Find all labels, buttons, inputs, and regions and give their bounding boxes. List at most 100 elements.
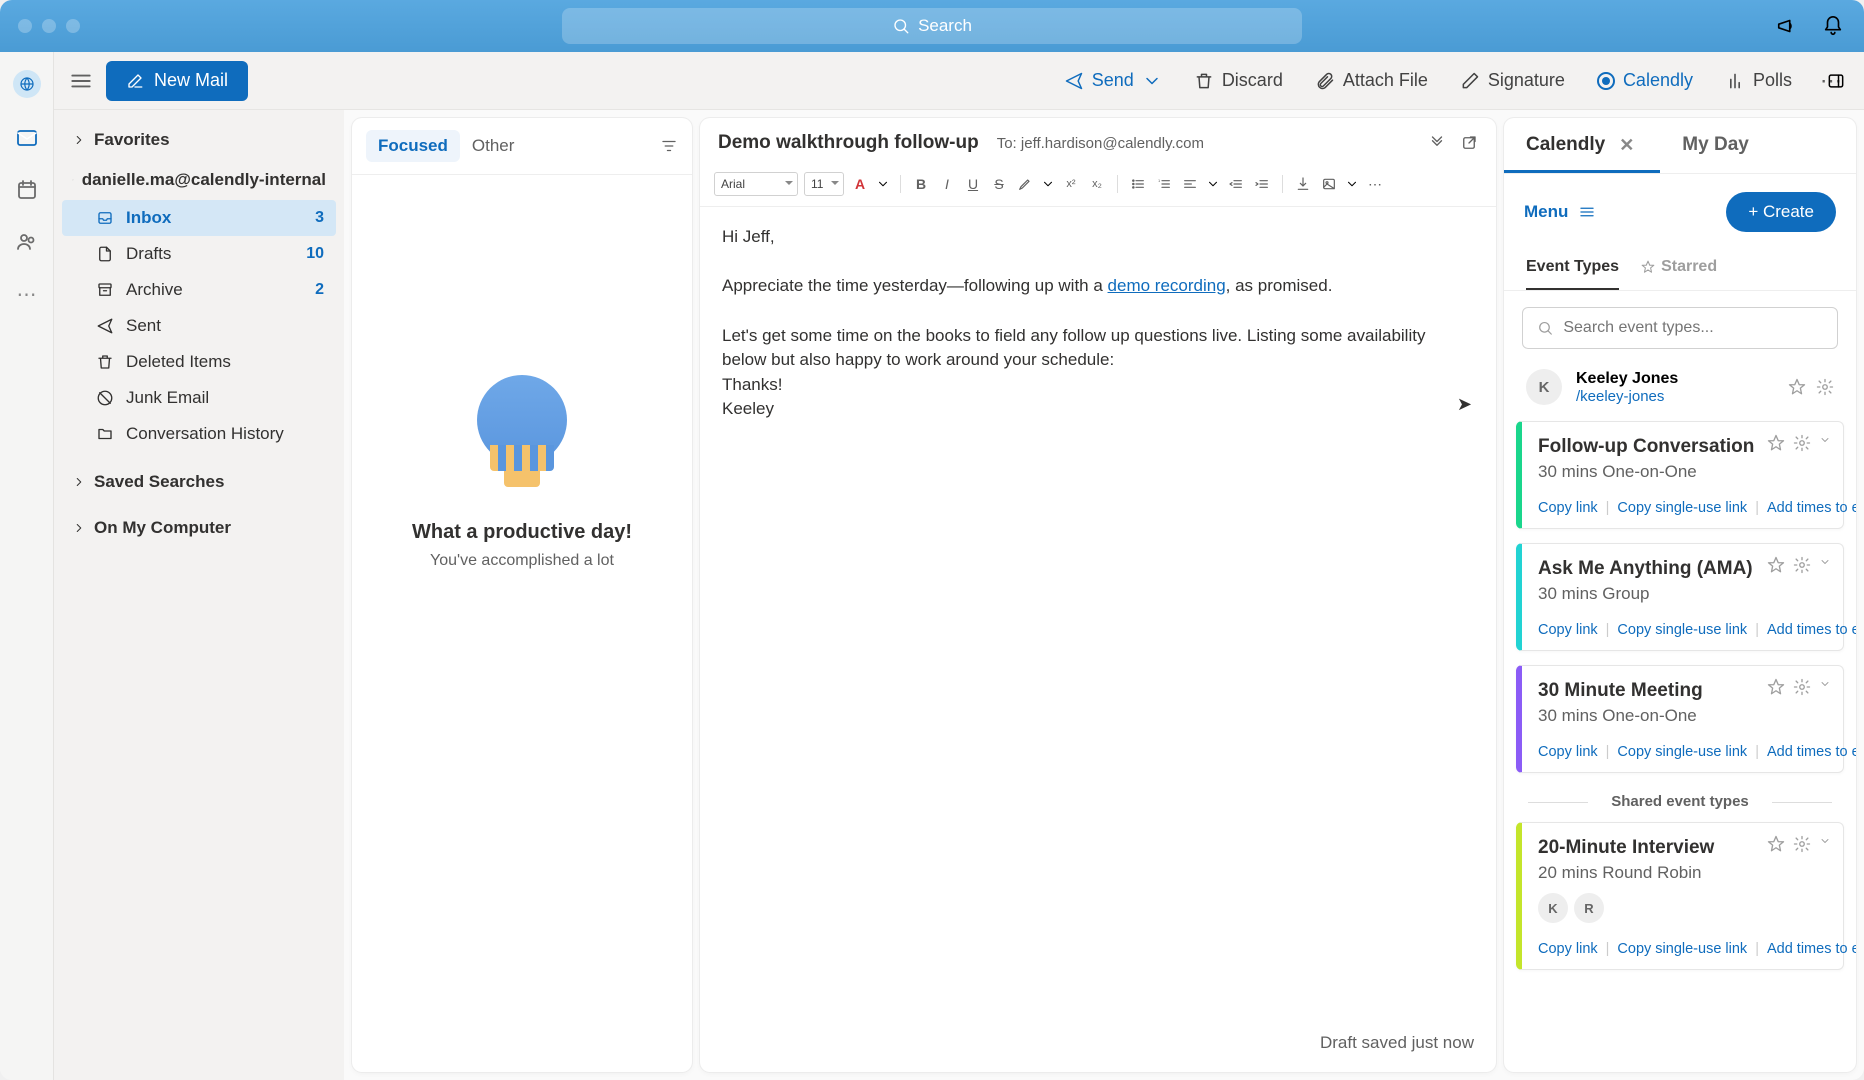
- font-family-select[interactable]: Arial: [714, 172, 798, 196]
- event-card[interactable]: 20-Minute Interview 20 mins Round Robin …: [1516, 822, 1844, 970]
- highlight-button[interactable]: [1015, 174, 1035, 194]
- to-field[interactable]: To: jeff.hardison@calendly.com: [997, 135, 1204, 152]
- create-button[interactable]: + Create: [1726, 192, 1836, 232]
- more-apps-icon[interactable]: ⋯: [15, 282, 39, 306]
- favorites-header[interactable]: Favorites: [62, 120, 336, 160]
- attach-button[interactable]: Attach File: [1305, 61, 1438, 101]
- mail-icon[interactable]: [15, 126, 39, 150]
- chevron-down-icon[interactable]: [1206, 177, 1220, 191]
- global-search[interactable]: Search: [562, 8, 1302, 44]
- event-search-input[interactable]: [1563, 319, 1823, 337]
- close-icon[interactable]: ✕: [1615, 135, 1638, 156]
- outdent-button[interactable]: [1226, 174, 1246, 194]
- chevron-down-icon[interactable]: [1142, 71, 1162, 91]
- font-color-button[interactable]: A: [850, 174, 870, 194]
- minimize-dot[interactable]: [42, 19, 56, 33]
- chevron-down-icon[interactable]: [1041, 177, 1055, 191]
- superscript-button[interactable]: x²: [1061, 174, 1081, 194]
- new-mail-button[interactable]: New Mail: [106, 61, 248, 101]
- calendly-button[interactable]: Calendly: [1587, 61, 1703, 101]
- bullet-list-button[interactable]: [1128, 174, 1148, 194]
- panel-toggle-icon[interactable]: [1826, 71, 1846, 91]
- signature-button[interactable]: Signature: [1450, 61, 1575, 101]
- chevron-down-icon[interactable]: [1819, 835, 1831, 847]
- discard-button[interactable]: Discard: [1184, 61, 1293, 101]
- copy-single-link[interactable]: Copy single-use link: [1617, 941, 1747, 957]
- calendar-icon[interactable]: [15, 178, 39, 202]
- popout-icon[interactable]: [1460, 134, 1478, 152]
- star-icon[interactable]: [1788, 378, 1806, 396]
- add-times[interactable]: Add times to email: [1767, 941, 1856, 957]
- announce-icon[interactable]: [1776, 15, 1798, 37]
- folder-inbox[interactable]: Inbox3: [62, 200, 336, 236]
- subtab-event-types[interactable]: Event Types: [1526, 250, 1619, 290]
- star-icon[interactable]: [1767, 835, 1785, 853]
- chevron-down-icon[interactable]: [1819, 556, 1831, 568]
- event-search[interactable]: [1522, 307, 1838, 349]
- menu-icon[interactable]: [1578, 203, 1596, 221]
- account-header[interactable]: danielle.ma@calendly-internal: [62, 160, 336, 200]
- folder-archive[interactable]: Archive2: [62, 272, 336, 308]
- on-my-computer-header[interactable]: On My Computer: [62, 508, 336, 548]
- close-dot[interactable]: [18, 19, 32, 33]
- menu-button[interactable]: Menu: [1524, 202, 1568, 222]
- gear-icon[interactable]: [1816, 378, 1834, 396]
- subject-field[interactable]: Demo walkthrough follow-up: [718, 132, 979, 154]
- folder-sent[interactable]: Sent: [62, 308, 336, 344]
- bold-button[interactable]: B: [911, 174, 931, 194]
- underline-button[interactable]: U: [963, 174, 983, 194]
- add-times[interactable]: Add times to email: [1767, 622, 1856, 638]
- filter-icon[interactable]: [660, 137, 678, 155]
- tab-focused[interactable]: Focused: [366, 130, 460, 162]
- bell-icon[interactable]: [1822, 15, 1844, 37]
- align-button[interactable]: [1180, 174, 1200, 194]
- gear-icon[interactable]: [1793, 556, 1811, 574]
- strike-button[interactable]: S: [989, 174, 1009, 194]
- gear-icon[interactable]: [1793, 434, 1811, 452]
- subscript-button[interactable]: x₂: [1087, 174, 1107, 194]
- add-times[interactable]: Add times to email: [1767, 744, 1856, 760]
- gear-icon[interactable]: [1793, 835, 1811, 853]
- subtab-starred[interactable]: Starred: [1641, 250, 1717, 290]
- people-icon[interactable]: [15, 230, 39, 254]
- polls-button[interactable]: Polls: [1715, 61, 1802, 101]
- folder-drafts[interactable]: Drafts10: [62, 236, 336, 272]
- copy-single-link[interactable]: Copy single-use link: [1617, 744, 1747, 760]
- globe-icon[interactable]: [13, 70, 41, 98]
- saved-searches-header[interactable]: Saved Searches: [62, 462, 336, 502]
- font-size-select[interactable]: 11: [804, 172, 844, 196]
- event-card[interactable]: Ask Me Anything (AMA) 30 mins Group Copy…: [1516, 543, 1844, 651]
- folder-junk-email[interactable]: Junk Email: [62, 380, 336, 416]
- chevron-down-icon[interactable]: [1345, 177, 1359, 191]
- italic-button[interactable]: I: [937, 174, 957, 194]
- more-format-button[interactable]: ⋯: [1365, 174, 1385, 194]
- event-card[interactable]: 30 Minute Meeting 30 mins One-on-One Cop…: [1516, 665, 1844, 773]
- copy-link[interactable]: Copy link: [1538, 744, 1598, 760]
- indent-button[interactable]: [1252, 174, 1272, 194]
- compose-body[interactable]: Hi Jeff, Appreciate the time yesterday—f…: [700, 207, 1496, 1072]
- attach-inline-button[interactable]: [1293, 174, 1313, 194]
- copy-link[interactable]: Copy link: [1538, 622, 1598, 638]
- folder-deleted-items[interactable]: Deleted Items: [62, 344, 336, 380]
- star-icon[interactable]: [1767, 556, 1785, 574]
- copy-link[interactable]: Copy link: [1538, 500, 1598, 516]
- event-card[interactable]: Follow-up Conversation 30 mins One-on-On…: [1516, 421, 1844, 529]
- chevron-down-icon[interactable]: [876, 177, 890, 191]
- folder-conversation-history[interactable]: Conversation History: [62, 416, 336, 452]
- tab-calendly[interactable]: Calendly ✕: [1504, 118, 1660, 173]
- gear-icon[interactable]: [1793, 678, 1811, 696]
- copy-link[interactable]: Copy link: [1538, 941, 1598, 957]
- image-button[interactable]: [1319, 174, 1339, 194]
- user-slug[interactable]: /keeley-jones: [1576, 388, 1678, 405]
- chevron-down-icon[interactable]: [1819, 434, 1831, 446]
- tab-myday[interactable]: My Day: [1660, 118, 1771, 173]
- copy-single-link[interactable]: Copy single-use link: [1617, 500, 1747, 516]
- number-list-button[interactable]: 1: [1154, 174, 1174, 194]
- maximize-dot[interactable]: [66, 19, 80, 33]
- demo-recording-link[interactable]: demo recording: [1108, 276, 1226, 295]
- expand-icon[interactable]: [1428, 134, 1446, 152]
- star-icon[interactable]: [1767, 678, 1785, 696]
- hamburger-icon[interactable]: [68, 68, 94, 94]
- chevron-down-icon[interactable]: [1819, 678, 1831, 690]
- send-button[interactable]: Send: [1054, 61, 1172, 101]
